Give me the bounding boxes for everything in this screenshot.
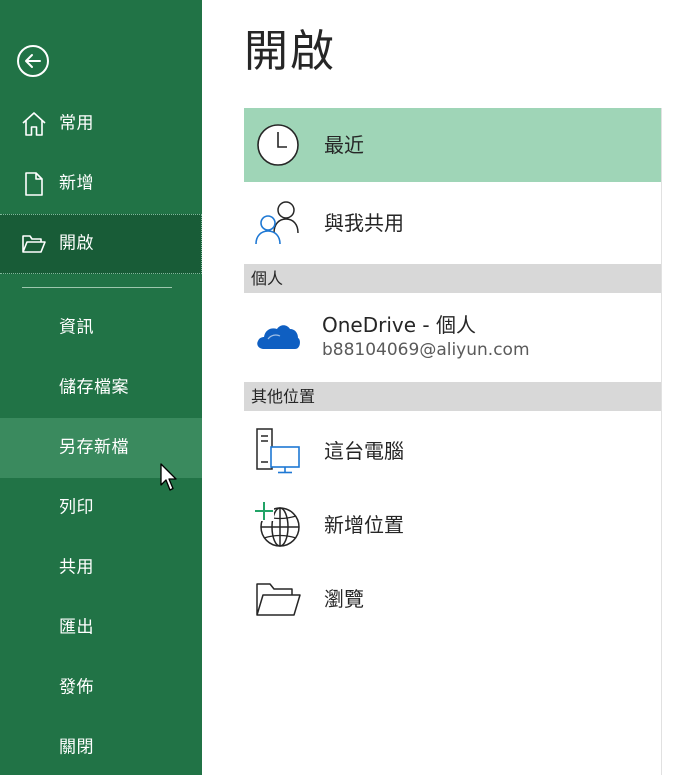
sidebar-item-label: 開啟 [59, 233, 94, 254]
sidebar-divider [22, 287, 172, 288]
sidebar-item-label: 匯出 [59, 617, 94, 638]
globe-plus-icon [254, 501, 300, 547]
mouse-cursor-icon [160, 463, 177, 491]
new-document-icon [25, 172, 43, 196]
section-header-label: 其他位置 [251, 386, 316, 406]
sidebar-item-label: 列印 [59, 497, 94, 518]
sidebar-item-open[interactable]: 開啟 [0, 214, 202, 274]
section-header-personal: 個人 [244, 264, 661, 293]
location-label: 與我共用 [324, 211, 404, 235]
page-title: 開啟 [244, 26, 336, 77]
open-folder-icon [22, 235, 46, 253]
location-label: 瀏覽 [324, 587, 364, 611]
cloud-icon [257, 325, 300, 349]
sidebar-item-export[interactable]: 匯出 [0, 598, 202, 658]
backstage-sidebar: 常用 新增 開啟 資訊 儲存檔案 另存新檔 列印 共用 匯出 發佈 關閉 [0, 0, 202, 775]
people-icon [255, 201, 299, 245]
location-label: 最近 [324, 133, 364, 157]
sidebar-item-publish[interactable]: 發佈 [0, 658, 202, 718]
sidebar-item-home[interactable]: 常用 [0, 94, 202, 154]
section-header-label: 個人 [251, 268, 284, 288]
sidebar-item-save[interactable]: 儲存檔案 [0, 358, 202, 418]
sidebar-item-info[interactable]: 資訊 [0, 298, 202, 358]
panel-divider [661, 108, 662, 775]
sidebar-item-share[interactable]: 共用 [0, 538, 202, 598]
sidebar-item-label: 另存新檔 [59, 437, 129, 458]
location-browse[interactable]: 瀏覽 [244, 566, 661, 632]
location-recent[interactable]: 最近 [244, 108, 661, 182]
computer-icon [256, 428, 300, 474]
location-onedrive[interactable] [244, 300, 661, 374]
folder-icon [256, 583, 301, 616]
sidebar-item-close[interactable]: 關閉 [0, 718, 202, 775]
sidebar-item-label: 發佈 [59, 677, 94, 698]
clock-icon [257, 124, 299, 166]
onedrive-account: b88104069@aliyun.com [322, 340, 530, 360]
sidebar-item-new[interactable]: 新增 [0, 154, 202, 214]
location-this-pc[interactable]: 這台電腦 [244, 418, 661, 484]
location-shared-with-me[interactable]: 與我共用 [244, 188, 661, 258]
sidebar-item-label: 新增 [59, 173, 94, 194]
back-arrow-icon[interactable] [16, 44, 50, 78]
sidebar-item-label: 資訊 [59, 317, 94, 338]
location-add-place[interactable]: 新增位置 [244, 492, 661, 558]
home-icon [22, 112, 46, 136]
sidebar-item-label: 關閉 [59, 737, 94, 758]
onedrive-title: OneDrive - 個人 [322, 313, 476, 337]
sidebar-item-label: 儲存檔案 [59, 377, 129, 398]
sidebar-item-label: 常用 [59, 113, 94, 134]
section-header-other-places: 其他位置 [244, 382, 661, 411]
sidebar-item-label: 共用 [59, 557, 94, 578]
location-label: 新增位置 [324, 513, 404, 537]
location-label: 這台電腦 [324, 439, 404, 463]
